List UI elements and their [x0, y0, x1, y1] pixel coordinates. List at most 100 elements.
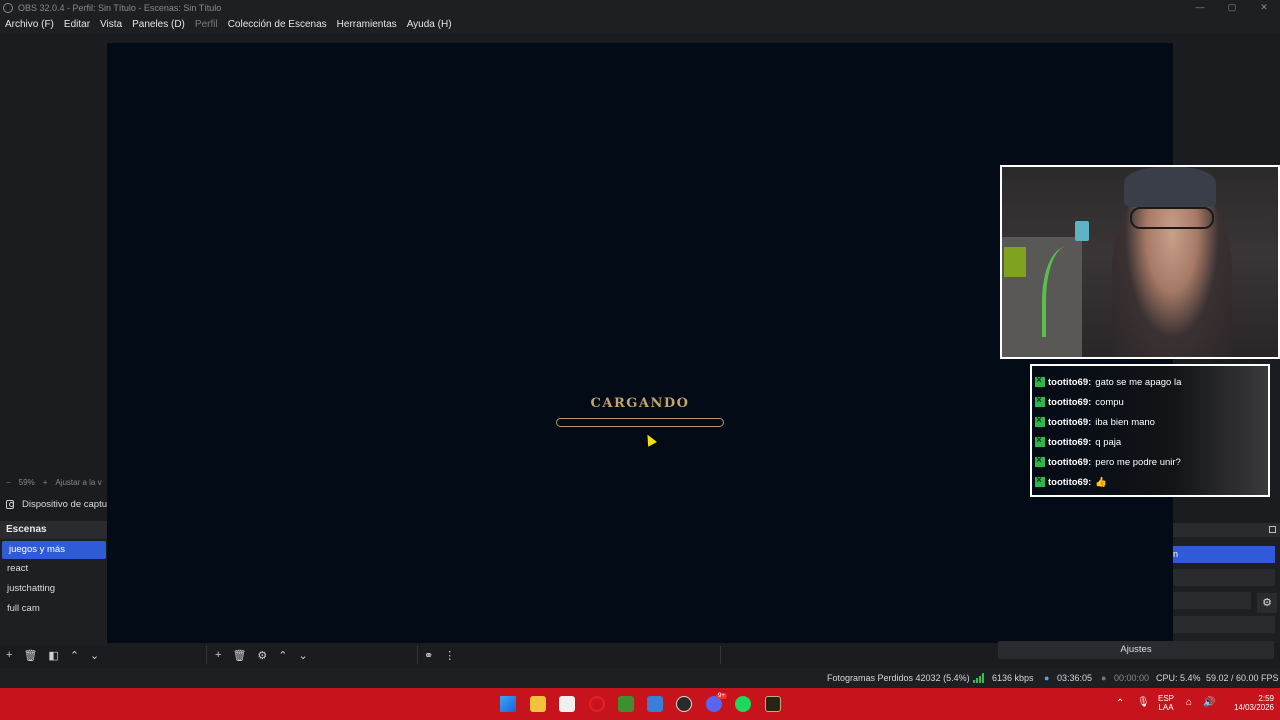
chat-badge-icon	[1035, 415, 1045, 427]
menu-archivo[interactable]: Archivo (F)	[0, 19, 59, 30]
obs-icon[interactable]	[676, 696, 692, 712]
fit-to-window-button[interactable]: Ajustar a la v	[55, 478, 101, 487]
opera-icon[interactable]	[589, 696, 605, 712]
scene-filter-button[interactable]: ◧	[48, 649, 58, 662]
spotify-icon[interactable]	[735, 696, 751, 712]
status-bar: Fotogramas Perdidos 42032 (5.4%) 6136 kb…	[0, 668, 1280, 688]
store-icon[interactable]	[559, 696, 575, 712]
league-icon[interactable]	[765, 696, 781, 712]
microphone-icon[interactable]: 🎙	[1137, 697, 1150, 720]
webcam-feed	[1000, 165, 1280, 359]
mixer-toolbar: ⚭ ⋮	[424, 646, 455, 664]
chat-badge-icon	[1035, 475, 1045, 487]
zoom-out-button[interactable]: −	[6, 478, 11, 487]
window-controls: — ▢ ✕	[1184, 0, 1280, 15]
audio-link-button[interactable]: ⚭	[424, 649, 433, 662]
menu-perfil[interactable]: Perfil	[190, 19, 223, 30]
scenes-dock: Escenas juegos y más react justchatting …	[0, 521, 107, 646]
source-properties-button[interactable]: ⚙	[257, 649, 267, 662]
chat-badge-icon	[1035, 375, 1045, 387]
maximize-button[interactable]: ▢	[1216, 0, 1248, 15]
clock-date: 14/03/2026	[1233, 703, 1274, 712]
undock-icon[interactable]	[1269, 526, 1276, 533]
start-recording-button[interactable]	[1173, 569, 1275, 586]
obs-window: OBS 32.0.4 - Perfil: Sin Título - Escena…	[0, 0, 1280, 720]
mixer-more-button[interactable]: ⋮	[444, 649, 455, 662]
chat-message: tootito69: gato se me apago la	[1032, 372, 1268, 392]
photos-icon[interactable]	[647, 696, 663, 712]
menu-herramientas[interactable]: Herramientas	[332, 19, 402, 30]
scene-item-full-cam[interactable]: full cam	[0, 599, 107, 619]
chat-message: tootito69: 👍	[1032, 472, 1268, 492]
scenes-toolbar: + 🗑 ◧ ⌃ ⌄	[6, 646, 99, 664]
add-scene-button[interactable]: +	[6, 649, 12, 661]
chat-badge-icon	[1035, 435, 1045, 447]
chat-text: gato se me apago la	[1095, 376, 1182, 388]
menu-vista[interactable]: Vista	[95, 19, 127, 30]
discord-badge: 9+	[716, 693, 727, 699]
remove-source-button[interactable]: 🗑	[232, 649, 246, 662]
chat-username: tootito69:	[1048, 416, 1092, 428]
start-streaming-button[interactable]: n	[1173, 546, 1275, 563]
language-indicator[interactable]: ESP LAA	[1158, 694, 1174, 720]
chat-message: tootito69: pero me podre unir?	[1032, 452, 1268, 472]
loading-title: CARGANDO	[590, 396, 690, 411]
cpu-usage: CPU: 5.4%	[1156, 673, 1201, 683]
scene-item-react[interactable]: react	[0, 559, 107, 579]
zoom-in-button[interactable]: +	[43, 478, 48, 487]
chat-overlay: tootito69: gato se me apago la tootito69…	[1030, 364, 1270, 497]
menu-coleccion-escenas[interactable]: Colección de Escenas	[223, 19, 332, 30]
close-button[interactable]: ✕	[1248, 0, 1280, 15]
language-code: ESP	[1158, 694, 1175, 703]
chat-username: tootito69:	[1048, 456, 1092, 468]
dock-toolbar: + 🗑 ◧ ⌃ ⌄ + 🗑 ⚙ ⌃ ⌄ ⚭ ⋮	[0, 646, 1000, 664]
chat-text: q paja	[1095, 436, 1122, 448]
minecraft-icon[interactable]	[618, 696, 634, 712]
toolbar-divider	[206, 646, 207, 664]
chat-message: tootito69: compu	[1032, 392, 1268, 412]
menu-editar[interactable]: Editar	[59, 19, 95, 30]
webcam-lamp	[1004, 247, 1026, 277]
file-explorer-icon[interactable]	[530, 696, 546, 712]
record-time: 00:00:00	[1114, 673, 1150, 683]
title-bar: OBS 32.0.4 - Perfil: Sin Título - Escena…	[0, 0, 1280, 15]
virtual-camera-button[interactable]	[1173, 592, 1251, 609]
tray-overflow-icon[interactable]: ⌃	[1116, 698, 1124, 720]
mouse-cursor-icon	[643, 432, 657, 447]
source-item[interactable]: Dispositivo de captu	[0, 496, 107, 512]
menu-bar: Archivo (F) Editar Vista Paneles (D) Per…	[0, 15, 1280, 33]
chat-badge-icon	[1035, 455, 1045, 467]
chat-text: 👍	[1095, 476, 1108, 488]
network-icon[interactable]: ⌂	[1186, 697, 1192, 720]
chat-text: iba bien mano	[1095, 416, 1155, 428]
windows-taskbar: 9+ ⌃ 🎙 ESP LAA ⌂ 🔊 2:59 14/03/2026	[0, 688, 1280, 720]
source-up-button[interactable]: ⌃	[278, 649, 287, 662]
scenes-header: Escenas	[0, 521, 107, 539]
stream-icon: ●	[1044, 673, 1050, 683]
remove-scene-button[interactable]: 🗑	[23, 649, 37, 662]
zoom-level: 59%	[18, 477, 35, 487]
chat-text: pero me podre unir?	[1095, 456, 1181, 468]
controls-dock-header	[1173, 523, 1280, 537]
scene-item-juegos[interactable]: juegos y más	[2, 541, 106, 559]
scene-item-justchatting[interactable]: justchatting	[0, 579, 107, 599]
chat-username: tootito69:	[1048, 376, 1092, 388]
sources-toolbar: + 🗑 ⚙ ⌃ ⌄	[215, 646, 308, 664]
loading-progress-bar	[556, 418, 724, 427]
minimize-button[interactable]: —	[1184, 0, 1216, 15]
clock[interactable]: 2:59 14/03/2026	[1222, 694, 1274, 720]
settings-button[interactable]: Ajustes	[998, 641, 1274, 659]
studio-mode-button[interactable]	[1173, 616, 1275, 633]
source-down-button[interactable]: ⌄	[299, 649, 308, 662]
stream-time: 03:36:05	[1057, 673, 1093, 683]
menu-ayuda[interactable]: Ayuda (H)	[402, 19, 457, 30]
menu-paneles[interactable]: Paneles (D)	[127, 19, 190, 30]
add-source-button[interactable]: +	[215, 649, 221, 661]
volume-icon[interactable]: 🔊	[1203, 697, 1215, 720]
scene-up-button[interactable]: ⌃	[70, 649, 79, 662]
windows-start-icon[interactable]	[500, 696, 516, 712]
chat-badge-icon	[1035, 395, 1045, 407]
scene-down-button[interactable]: ⌄	[90, 649, 99, 662]
gear-icon[interactable]: ⚙	[1257, 593, 1277, 613]
bitrate: 6136 kbps	[992, 673, 1034, 683]
